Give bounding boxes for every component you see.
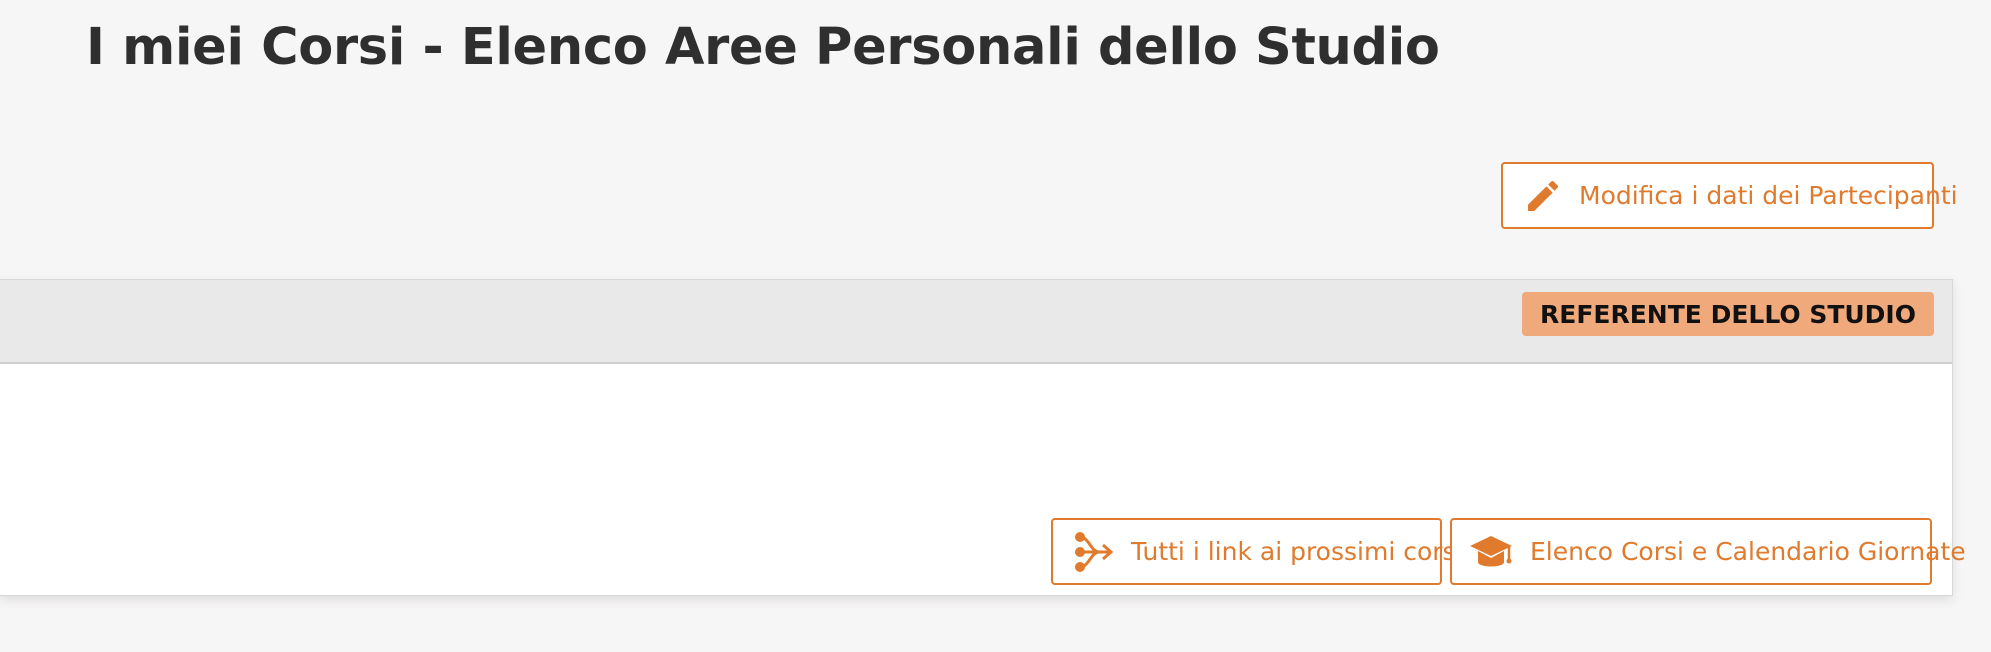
pencil-icon: [1523, 176, 1563, 216]
courses-calendar-label: Elenco Corsi e Calendario Giornate: [1530, 537, 1966, 566]
role-badge: REFERENTE DELLO STUDIO: [1522, 292, 1934, 336]
share-branch-icon: [1071, 530, 1115, 574]
courses-calendar-button[interactable]: Elenco Corsi e Calendario Giornate: [1450, 518, 1966, 585]
page-title: I miei Corsi - Elenco Aree Personali del…: [86, 18, 1440, 77]
study-area-card: REFERENTE DELLO STUDIO Tutti i link ai p…: [0, 279, 1966, 596]
upcoming-course-links-label: Tutti i link ai prossimi corsi: [1131, 537, 1463, 566]
edit-participants-label: Modifica i dati dei Partecipanti: [1579, 181, 1958, 210]
graduation-cap-icon: [1468, 532, 1514, 572]
edit-participants-button[interactable]: Modifica i dati dei Partecipanti: [1501, 162, 1958, 229]
upcoming-course-links-button[interactable]: Tutti i link ai prossimi corsi: [1051, 518, 1463, 585]
card-header: REFERENTE DELLO STUDIO: [0, 280, 1952, 364]
